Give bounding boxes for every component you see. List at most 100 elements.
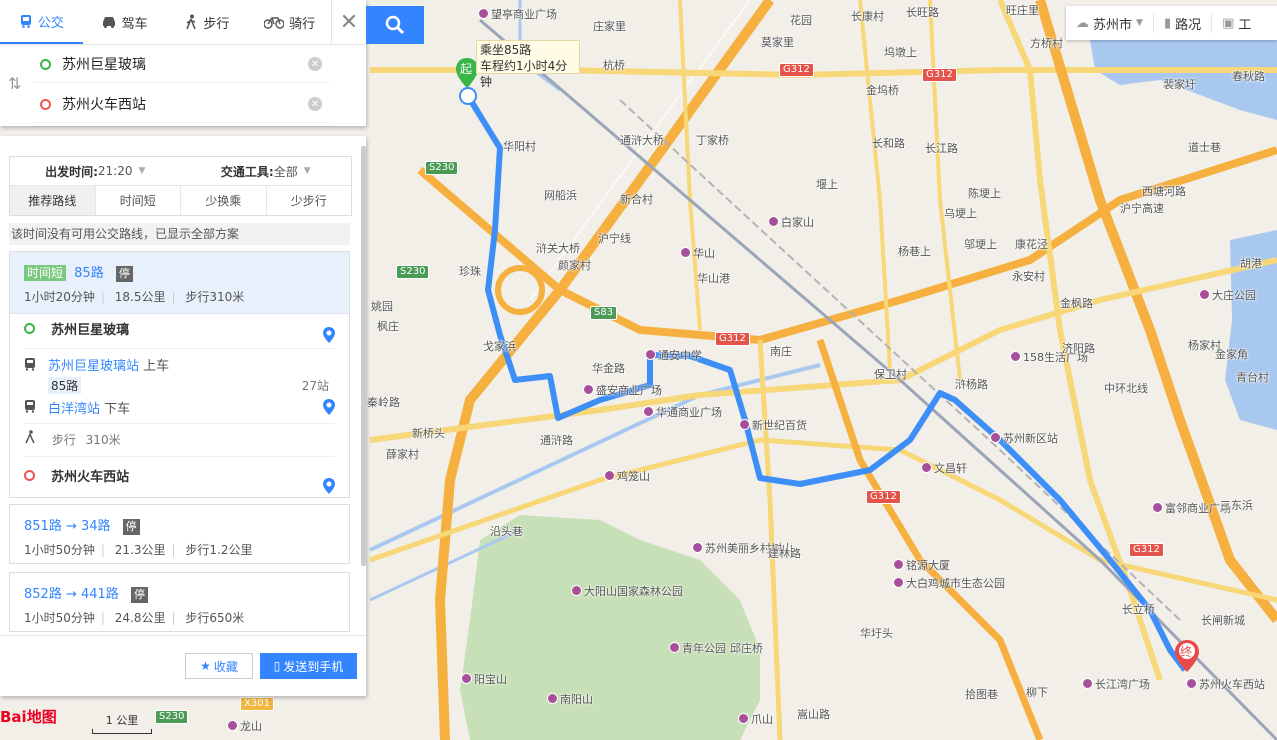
map-poi[interactable]: 苏州新区站 [990, 430, 1058, 446]
map-poi[interactable]: 爪山 [738, 711, 773, 727]
road-shield: G312 [922, 68, 957, 82]
route-option-1[interactable]: 时间短 85路 停 1小时20分钟 | 18.5公里 | 步行310米 苏州巨星玻璃… [9, 251, 350, 498]
sort-tab-shortest-time[interactable]: 时间短 [95, 186, 181, 215]
car-icon [102, 17, 115, 28]
depart-value: 21:20 [97, 164, 133, 178]
destination-dot-icon [24, 470, 35, 481]
map-poi[interactable]: 望亭商业广场 [478, 6, 557, 22]
depart-time-select[interactable]: 出发时间: 21:20 ▼ [10, 157, 181, 185]
travel-mode-tabs: 公交 驾车 步行 骑行 ✕ [0, 0, 366, 45]
map-label-text: 保卫村 [874, 368, 907, 381]
step-bus[interactable]: 苏州巨星玻璃站 上车 85路 27站 白洋湾站 下车 [24, 349, 335, 424]
map-poi[interactable]: 大阳山国家森林公园 [571, 583, 683, 599]
route-1-header[interactable]: 时间短 85路 停 1小时20分钟 | 18.5公里 | 步行310米 [10, 252, 349, 314]
city-selector[interactable]: ☁ 苏州市 ▼ [1066, 13, 1154, 33]
map-label-text: 浒关大桥 [536, 242, 580, 255]
map-label-text: 华山港 [697, 272, 730, 285]
destination-input[interactable] [60, 95, 294, 113]
map-label-text: 颜家村 [558, 259, 591, 272]
map-poi[interactable]: 华通商业广场 [643, 404, 722, 420]
sort-tab-fewer-transfers[interactable]: 少换乘 [181, 186, 267, 215]
poi-icon [680, 247, 691, 258]
sort-tab-recommended[interactable]: 推荐路线 [10, 186, 96, 215]
map-poi[interactable]: 阳宝山 [461, 671, 507, 687]
clear-destination-icon[interactable]: ✕ [308, 97, 322, 111]
transport-select[interactable]: 交通工具: 全部 ▼ [181, 157, 352, 185]
tab-bus[interactable]: 公交 [0, 0, 83, 44]
map-poi[interactable]: 通安中学 [645, 347, 702, 363]
phone-icon: ▯ [273, 659, 281, 673]
route-option-2[interactable]: 851路 → 34路 停 1小时50分钟 | 21.3公里 | 步行1.2公里 [9, 504, 350, 564]
map-poi[interactable]: 大庄公园 [1199, 287, 1256, 303]
traffic-button[interactable]: ▮ 路况 [1154, 13, 1213, 33]
tab-drive[interactable]: 驾车 [83, 0, 166, 44]
map-label-text: 长立桥 [1122, 603, 1155, 616]
map-label-text: 胡港 [1240, 257, 1262, 270]
poi-icon [893, 559, 904, 570]
start-marker[interactable]: 起 [456, 58, 478, 88]
route-3-distance: 24.8公里 [114, 611, 166, 625]
clear-origin-icon[interactable]: ✕ [308, 57, 322, 71]
baidu-map-logo[interactable]: Bai地图 [0, 706, 57, 727]
locate-pin-icon[interactable] [323, 399, 335, 419]
step-walk[interactable]: 步行 310米 [24, 424, 335, 457]
results-scrollbar[interactable] [361, 146, 366, 566]
map-poi[interactable]: 新世纪百货 [739, 417, 807, 433]
road-shield: G312 [1129, 543, 1164, 557]
origin-input[interactable] [60, 55, 294, 73]
poi-icon [669, 642, 680, 653]
map-label-text: 杨巷上 [898, 245, 931, 258]
road-shield: G312 [866, 490, 901, 504]
tab-drive-label: 驾车 [121, 16, 148, 32]
map-label-text: 道士巷 [1188, 141, 1221, 154]
map-poi[interactable]: 龙山 [227, 718, 262, 734]
map-label: 金枫路 [1060, 295, 1093, 311]
map-label: 西塘河路 [1142, 183, 1186, 199]
map-poi[interactable]: 大白鸡城市生态公园 [893, 575, 1005, 591]
map-poi[interactable]: 苏州火车西站 [1186, 676, 1265, 692]
board-stop[interactable]: 苏州巨星玻璃站 [48, 359, 139, 374]
cloud-icon: ☁ [1076, 15, 1089, 31]
fast-badge: 时间短 [24, 265, 67, 281]
city-label: 苏州市 [1093, 17, 1133, 33]
map-poi[interactable]: 鸡笼山 [604, 468, 650, 484]
swap-icon[interactable]: ⇅ [8, 74, 21, 93]
tab-walk[interactable]: 步行 [166, 0, 249, 44]
logo-text: Bai地图 [0, 708, 57, 726]
map-poi[interactable]: 南阳山 [547, 691, 593, 707]
destination-field[interactable]: ✕ [34, 86, 330, 123]
send-to-phone-button[interactable]: ▯ 发送到手机 [260, 653, 357, 679]
map-label-text: 杨家村 [1188, 339, 1221, 352]
favorite-button[interactable]: ★ 收藏 [185, 653, 253, 679]
poi-icon [1152, 502, 1163, 513]
map-poi[interactable]: 青年公园 [669, 640, 726, 656]
map-poi[interactable]: 长江湾广场 [1082, 676, 1150, 692]
tab-bike[interactable]: 骑行 [248, 0, 331, 44]
search-button[interactable] [366, 6, 424, 44]
map-poi[interactable]: 白家山 [768, 214, 814, 230]
origin-field[interactable]: ✕ [34, 46, 330, 83]
map-label: 枫庄 [377, 318, 399, 334]
map-poi[interactable]: 文昌轩 [921, 460, 967, 476]
alight-stop[interactable]: 白洋湾站 [48, 402, 100, 417]
map-label: 华山港 [697, 270, 730, 286]
bus-line-tag[interactable]: 85路 [48, 377, 82, 394]
route-option-3[interactable]: 852路 → 441路 停 1小时50分钟 | 24.8公里 | 步行650米 [9, 572, 350, 632]
step-origin[interactable]: 苏州巨星玻璃 [24, 314, 335, 349]
sort-tab-less-walking[interactable]: 少步行 [266, 186, 351, 215]
step-destination[interactable]: 苏州火车西站 [24, 457, 335, 499]
map-poi[interactable]: 盛安商业广场 [583, 382, 662, 398]
map-label: 永安村 [1012, 268, 1045, 284]
map-poi[interactable]: 华山 [680, 245, 715, 261]
toolbox-icon: ▣ [1222, 15, 1235, 31]
map-label: 薛家村 [386, 446, 419, 462]
map-label: 庄家里 [593, 18, 626, 34]
map-label-text: 建林路 [768, 547, 801, 560]
tools-label: 工 [1238, 17, 1252, 33]
map-poi[interactable]: 铭源大厦 [893, 557, 950, 573]
map-label-text: 杭桥 [603, 59, 625, 72]
tools-button[interactable]: ▣ 工 [1212, 13, 1261, 33]
map-label: 浒杨路 [955, 376, 988, 392]
close-button[interactable]: ✕ [331, 0, 366, 44]
end-marker[interactable]: 终 [1175, 640, 1199, 672]
